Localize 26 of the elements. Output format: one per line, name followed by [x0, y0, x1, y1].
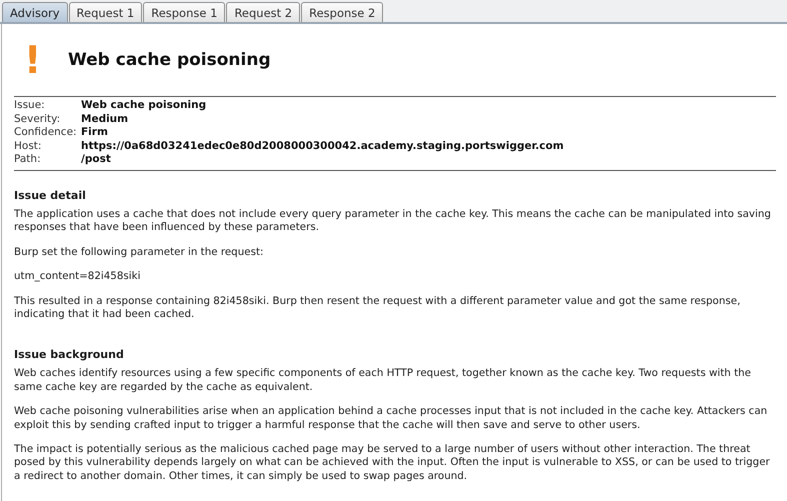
tab[interactable]: Request 2 [226, 2, 300, 22]
section-heading: Issue detail [14, 188, 87, 202]
paragraph: Web cache poisoning vulnerabilities arise when an application behind a cache processes input that is not included in the cache key. Attackers can exploit this by sending crafted input to trigger a harmful response that the cache will then save and serve to other users. [14, 405, 768, 432]
tab[interactable]: Advisory [2, 2, 68, 22]
tab[interactable]: Request 1 [68, 2, 142, 22]
tab[interactable]: Response 1 [143, 2, 226, 22]
detail-value: Web cache poisoning [81, 99, 208, 113]
warning-icon: ! [24, 41, 58, 79]
detail-label: Confidence: [14, 126, 78, 140]
paragraph: This resulted in a response containing 82i458siki. Burp then resent the request with a different parameter value and got the same response, indicating that it had been cached. [14, 294, 742, 322]
advisory-title: Web cache poisoning [68, 50, 271, 70]
detail-value: Firm [81, 126, 109, 140]
detail-label: Issue: [14, 99, 46, 113]
paragraph: Web caches identify resources using a few specific components of each HTTP request, together known as the cache key. Two requests with the same cache key are regarded by the cache as equivalent. [14, 367, 752, 394]
paragraph: The application uses a cache that does not include every query parameter in the cache key. This means the cache can be manipulated into saving responses that have been influenced by these parameters. [14, 208, 772, 235]
detail-value: Medium [81, 112, 130, 126]
section-heading: Issue background [14, 348, 125, 362]
paragraph: The impact is potentially serious as the malicious cached page may be served to a large number of users without other interaction. The threat posed by this vulnerability depends largely on what can be achieved with the input. Often the input is vulnerable to XSS, or can be used to trigger a redirect to another domain. Other times, it can simply be used to swap pages around. [14, 443, 771, 484]
detail-value: https://0a68d03241edec0e80d2008000300042.academy.staging.portswigger.com [81, 140, 565, 154]
detail-label: Path: [14, 153, 42, 167]
detail-value: /post [81, 153, 112, 167]
paragraph: utm_content=82i458siki [14, 270, 142, 284]
paragraph: Burp set the following parameter in the request: [14, 246, 264, 260]
detail-label: Severity: [14, 112, 62, 126]
tab[interactable]: Response 2 [301, 2, 384, 22]
detail-label: Host: [14, 140, 42, 154]
